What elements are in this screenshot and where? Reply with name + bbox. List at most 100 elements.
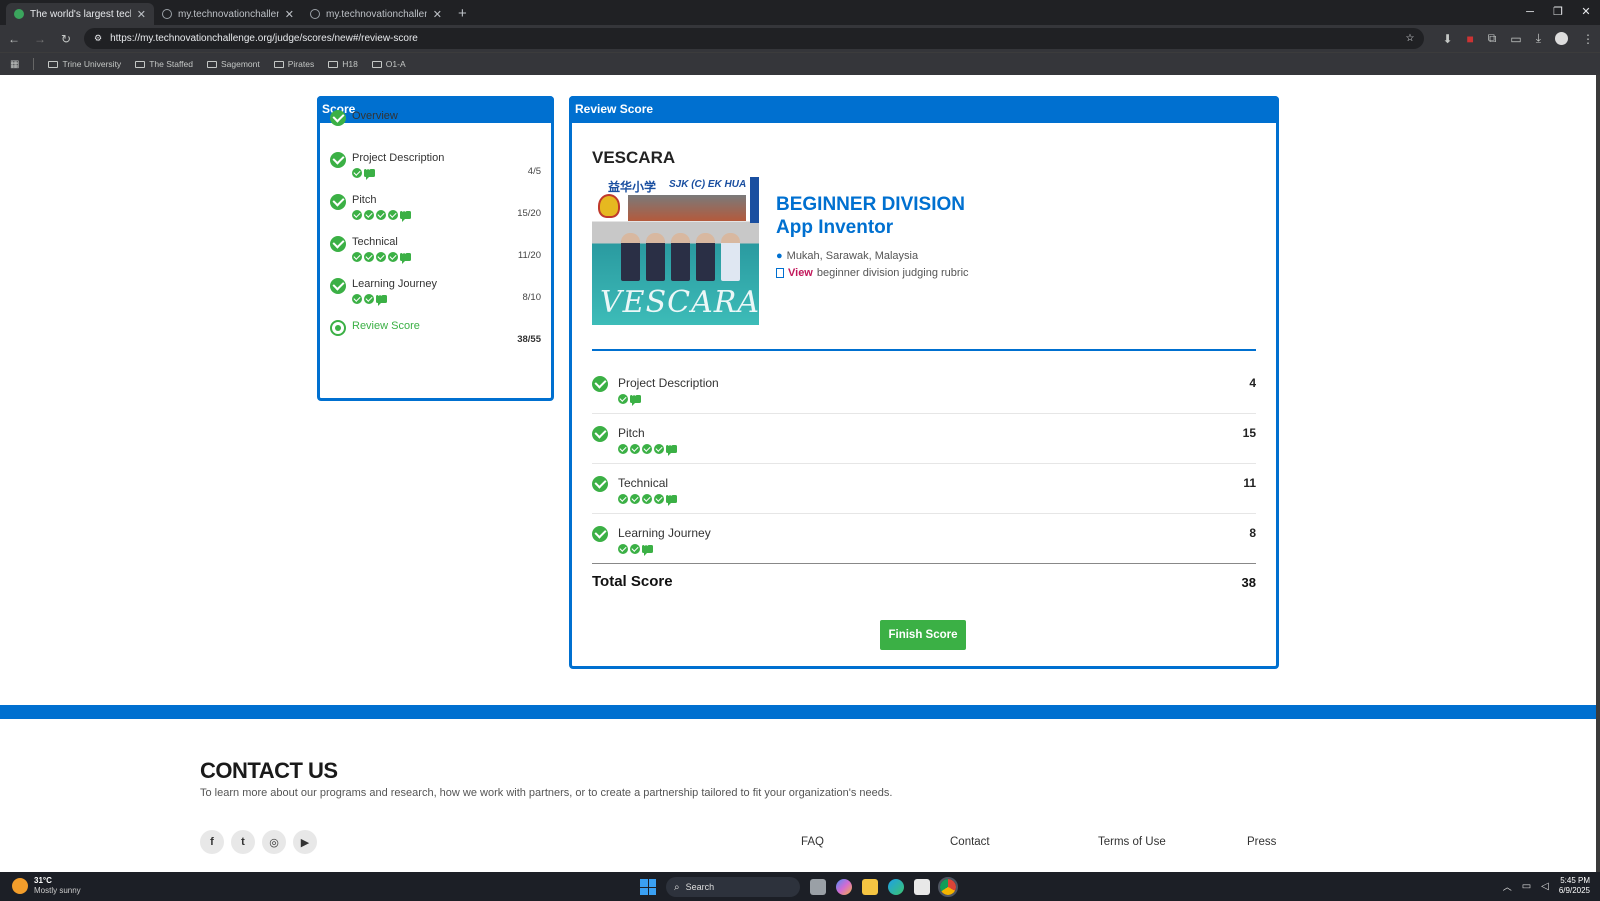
bookmark-folder[interactable]: Sagemont (206, 59, 260, 69)
sidebar-item-project-description[interactable]: Project Description 4/5 (330, 152, 541, 180)
youtube-icon[interactable]: ▶ (293, 830, 317, 854)
favicon-icon (14, 9, 24, 19)
back-icon[interactable]: ← (6, 32, 22, 46)
close-tab-icon[interactable]: ✕ (137, 8, 146, 21)
taskbar-center: ⌕ Search (640, 877, 958, 897)
sidebar-item-technical[interactable]: Technical 11/20 (330, 236, 541, 264)
criteria-icons (352, 165, 444, 180)
footer-link-press[interactable]: Press (1247, 836, 1276, 848)
close-tab-icon[interactable]: ✕ (433, 8, 442, 21)
score-row-label: Project Description (618, 376, 719, 390)
bookmark-folder[interactable]: The Staffed (135, 59, 193, 69)
image-caption: VESCARA (600, 285, 759, 320)
check-circle-icon (330, 236, 346, 252)
site-info-icon[interactable]: ⚙ (94, 33, 102, 44)
students-group (618, 233, 742, 283)
download-icon[interactable]: ⤓ (1536, 31, 1541, 46)
chrome-icon[interactable] (938, 877, 958, 897)
check-circle-icon (592, 526, 608, 542)
new-tab-button[interactable]: + (450, 3, 475, 25)
forward-icon[interactable]: → (32, 32, 48, 46)
sidebar-item-label: Pitch (352, 194, 377, 206)
folder-icon (328, 60, 339, 68)
windows-start-icon[interactable] (640, 879, 656, 895)
comment-icon (400, 207, 411, 222)
score-row-label: Pitch (618, 426, 645, 440)
tab-strip: The world's largest tech entrep ✕ my.tec… (0, 0, 1600, 25)
address-bar[interactable]: ⚙ https://my.technovationchallenge.org/j… (84, 28, 1425, 49)
sidebar-item-label: Technical (352, 236, 398, 248)
store-icon[interactable] (914, 879, 930, 895)
bookmark-label: Pirates (287, 59, 315, 69)
comment-icon (400, 249, 411, 264)
facebook-icon[interactable]: f (200, 830, 224, 854)
criteria-icons (618, 391, 719, 406)
taskbar: 31°C Mostly sunny ⌕ Search ︿ ▭ ◁ 5:45 PM… (0, 872, 1600, 901)
mini-check-icon (352, 209, 362, 220)
bookmark-star-icon[interactable]: ☆ (1405, 33, 1414, 44)
school-crest (598, 194, 620, 218)
chevron-up-icon[interactable]: ︿ (1503, 880, 1512, 893)
mini-check-icon (618, 443, 628, 454)
footer-link-terms[interactable]: Terms of Use (1098, 836, 1166, 848)
restore-icon[interactable]: ❐ (1544, 0, 1572, 25)
comment-icon (666, 441, 677, 456)
mini-check-icon (388, 209, 398, 220)
folder-icon (273, 60, 284, 68)
taskbar-search[interactable]: ⌕ Search (666, 877, 800, 897)
footer-link-contact[interactable]: Contact (950, 836, 990, 848)
sidebar-total-score: 38/55 (517, 334, 541, 345)
mini-check-icon (364, 209, 374, 220)
sidebar-item-learning-journey[interactable]: Learning Journey 8/10 (330, 278, 541, 306)
twitter-icon[interactable]: t (231, 830, 255, 854)
bookmark-label: H18 (342, 59, 358, 69)
rubric-line: View beginner division judging rubric (776, 267, 969, 279)
copilot-icon[interactable] (836, 879, 852, 895)
score-row-pitch: Pitch 15 (592, 414, 1256, 464)
weather-widget[interactable]: 31°C Mostly sunny (12, 876, 81, 896)
sidebar-item-overview[interactable]: Overview (330, 110, 541, 126)
sidebar-item-pitch[interactable]: Pitch 15/20 (330, 194, 541, 222)
search-icon: ⌕ (674, 881, 680, 893)
footer-link-faq[interactable]: FAQ (801, 836, 824, 848)
folder-icon (48, 60, 59, 68)
bookmark-folder[interactable]: Pirates (273, 59, 315, 69)
instagram-icon[interactable]: ◎ (262, 830, 286, 854)
review-score-title: Review Score (569, 96, 1279, 123)
score-row-value: 4 (1249, 376, 1256, 390)
close-window-icon[interactable]: ✕ (1572, 0, 1600, 25)
bookmark-folder[interactable]: H18 (328, 59, 358, 69)
browser-tab-1[interactable]: The world's largest tech entrep ✕ (6, 3, 154, 25)
edge-icon[interactable] (888, 879, 904, 895)
file-explorer-icon[interactable] (862, 879, 878, 895)
tab-search-icon[interactable]: ▭ (1510, 32, 1521, 46)
sidebar-item-label: Project Description (352, 152, 445, 164)
review-score-card: Review Score VESCARA 益华小学 SJK (C) EK HUA… (569, 96, 1279, 669)
puzzle-icon[interactable]: ⧉ (1488, 31, 1497, 46)
minimize-icon[interactable]: ─ (1516, 0, 1544, 25)
bookmark-folder[interactable]: O1-A (371, 59, 406, 69)
reload-icon[interactable]: ↻ (58, 32, 74, 46)
task-view-icon[interactable] (810, 879, 826, 895)
close-tab-icon[interactable]: ✕ (285, 8, 294, 21)
view-rubric-link[interactable]: View (788, 267, 813, 279)
mini-check-icon (630, 493, 640, 504)
bookmark-folder[interactable]: Trine University (48, 59, 121, 69)
browser-tab-3[interactable]: my.technovationchallenge.org/ ✕ (302, 3, 450, 25)
comment-icon (630, 391, 641, 406)
menu-icon[interactable]: ⋮ (1582, 32, 1594, 46)
apps-icon[interactable]: ▦ (10, 59, 19, 70)
mini-check-icon (388, 251, 398, 262)
flag-extension-icon[interactable]: ■ (1467, 32, 1474, 46)
check-circle-icon (330, 152, 346, 168)
sidebar-item-review-score[interactable]: Review Score 38/55 (330, 320, 541, 345)
profile-avatar[interactable] (1555, 32, 1568, 45)
finish-score-button[interactable]: Finish Score (880, 620, 966, 650)
score-row-value: 11 (1243, 476, 1256, 490)
network-icon[interactable]: ▭ (1522, 881, 1531, 892)
scrollbar[interactable] (1596, 75, 1600, 872)
browser-tab-2[interactable]: my.technovationchallenge.org/ ✕ (154, 3, 302, 25)
extension-icon[interactable]: ⬇ (1442, 32, 1452, 46)
school-building (628, 195, 746, 221)
volume-icon[interactable]: ◁ (1541, 881, 1549, 892)
